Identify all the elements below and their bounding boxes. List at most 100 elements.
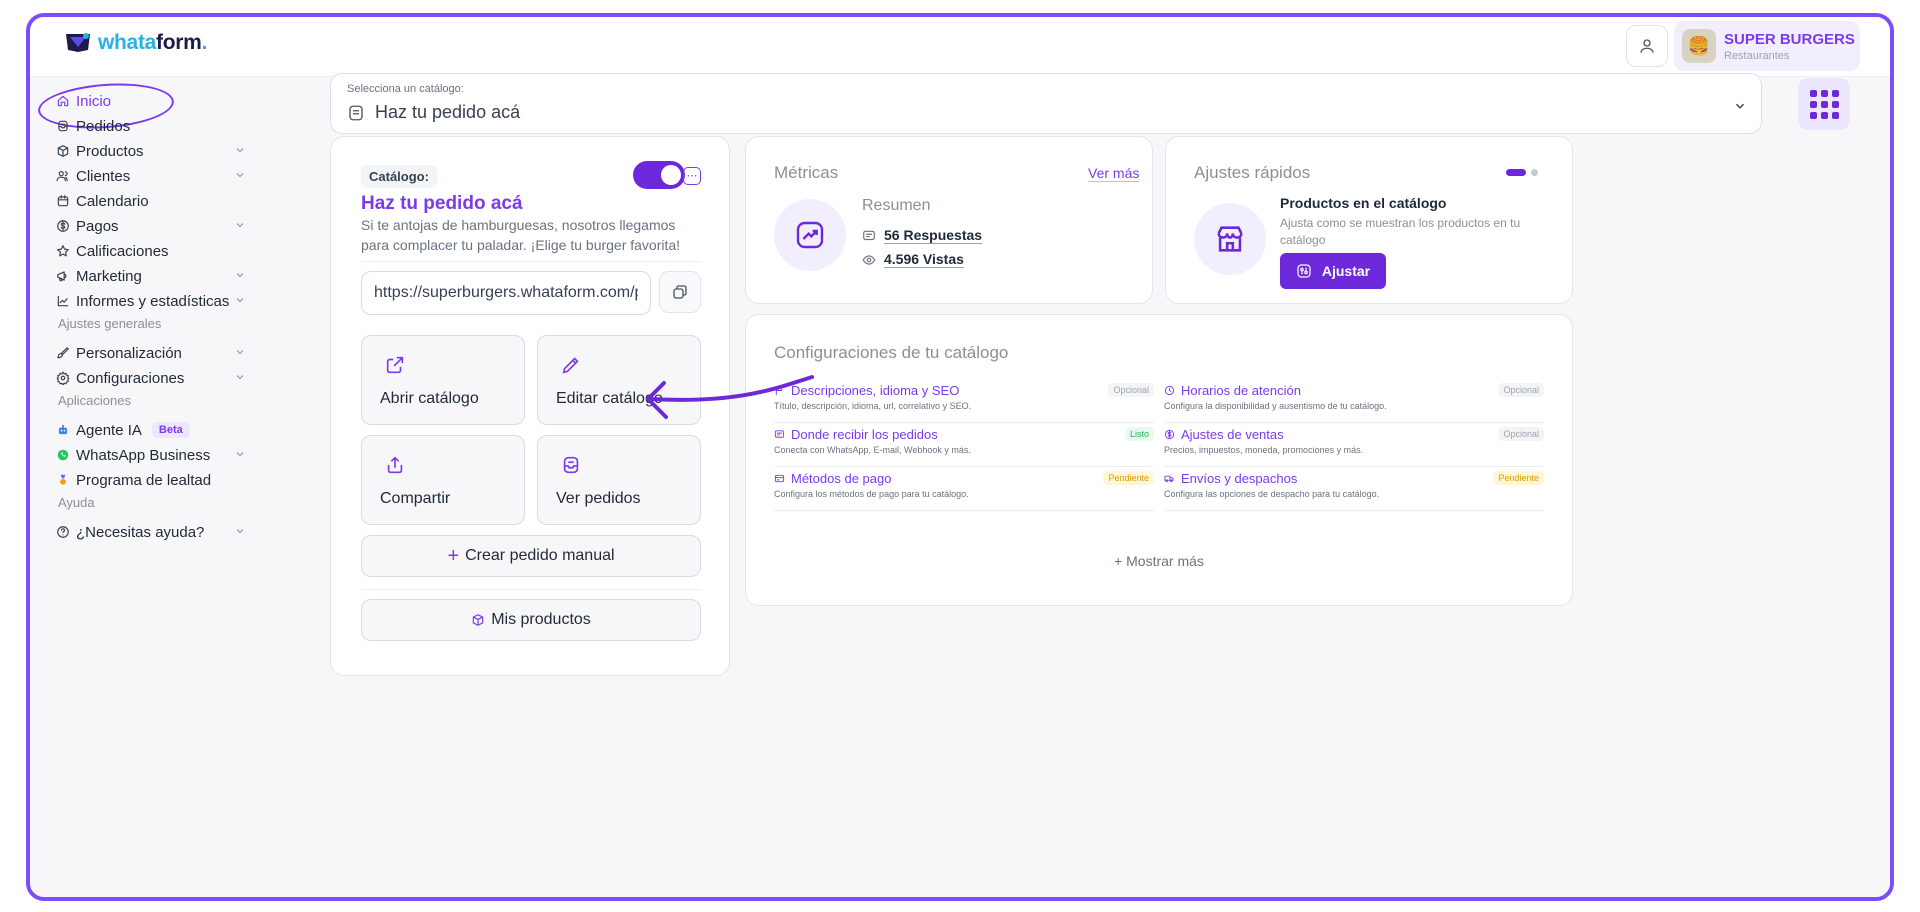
config-item-metodos-de-pago[interactable]: Métodos de pago Configura los métodos de … — [774, 467, 1154, 511]
summary-label: Resumen — [862, 197, 931, 214]
sidebar-item-label: Productos — [76, 142, 144, 160]
sliders-icon — [1297, 264, 1311, 278]
views-stat[interactable]: 4.596 Vistas — [862, 251, 964, 268]
catalog-url-field[interactable] — [361, 271, 651, 315]
sidebar-item-pagos[interactable]: Pagos — [56, 212, 246, 240]
config-item-donde-recibir-los-pedidos[interactable]: Donde recibir los pedidos Conecta con Wha… — [774, 423, 1154, 467]
sidebar-item-productos[interactable]: Productos — [56, 137, 246, 165]
catalog-enabled-toggle[interactable] — [633, 161, 685, 189]
sidebar-item-personalizacion[interactable]: Personalización — [56, 339, 246, 367]
user-profile-button[interactable] — [1626, 25, 1668, 67]
config-title: Configuraciones de tu catálogo — [774, 343, 1009, 362]
truck-icon — [1164, 475, 1174, 483]
config-item-name: Envíos y despachos — [1164, 471, 1297, 486]
chevron-down-icon — [236, 529, 244, 534]
more-options-button[interactable]: ⋯ — [683, 167, 701, 185]
config-item-name: Descripciones, idioma y SEO — [774, 383, 959, 398]
pencil-icon — [562, 357, 579, 374]
config-item-descripciones-idioma-y-seo[interactable]: Descripciones, idioma y SEO Título, descr… — [774, 379, 1154, 423]
sidebar-item-label: Informes y estadísticas — [76, 292, 230, 310]
sidebar: Inicio Pedidos Productos Clientes Calendario… — [30, 77, 330, 897]
catalog-selector[interactable]: Selecciona un catálogo: Haz tu pedido ac… — [330, 73, 1762, 134]
config-item-name: Ajustes de ventas — [1164, 427, 1284, 442]
catalog-selector-value: Haz tu pedido acá — [347, 102, 520, 123]
sidebar-item-label: Calificaciones — [76, 242, 169, 260]
star-icon — [57, 245, 69, 257]
home-icon — [57, 95, 69, 107]
card-icon — [774, 474, 785, 483]
brand-logo[interactable]: whataform. — [64, 31, 207, 55]
view-more-link[interactable]: Ver más — [1088, 165, 1140, 182]
metrics-title: Métricas — [774, 163, 839, 182]
users-icon — [56, 171, 68, 182]
config-item-envios-y-despachos[interactable]: Envíos y despachos Configura las opciones… — [1164, 467, 1544, 511]
metrics-card: Métricas Ver más Resumen 56 Respuestas 4… — [745, 136, 1153, 304]
sidebar-item-label: Clientes — [76, 167, 131, 185]
box-icon — [472, 614, 484, 626]
divider — [361, 261, 701, 262]
sidebar-item-programa-de-lealtad[interactable]: Programa de lealtad — [56, 466, 246, 494]
view-orders-label: Ver pedidos — [556, 490, 641, 507]
sidebar-item-calificaciones[interactable]: Calificaciones — [56, 237, 246, 265]
chevron-down-icon — [236, 375, 244, 380]
account-switcher[interactable]: 🍔 SUPER BURGERS Restaurantes — [1674, 21, 1860, 71]
carousel-dots[interactable] — [1506, 169, 1538, 176]
adjust-button[interactable]: Ajustar — [1280, 253, 1386, 289]
sidebar-item-informes-y-estadisticas[interactable]: Informes y estadísticas — [56, 287, 246, 315]
sidebar-item-inicio[interactable]: Inicio — [56, 87, 246, 115]
share-tile[interactable]: Compartir — [361, 435, 525, 525]
sidebar-item-agente-ia[interactable]: Agente IA Beta — [56, 416, 246, 444]
top-bar: whataform. 🍔 SUPER BURGERS Restaurantes — [30, 17, 1890, 77]
sidebar-item-whatsapp-business[interactable]: WhatsApp Business — [56, 441, 246, 469]
show-more-button[interactable]: + Mostrar más — [746, 553, 1572, 569]
sidebar-item-clientes[interactable]: Clientes — [56, 162, 246, 190]
quick-settings-title: Ajustes rápidos — [1194, 163, 1311, 182]
plus-icon: + — [447, 544, 460, 567]
copy-icon — [673, 285, 687, 299]
chevron-down-icon — [236, 173, 244, 178]
external-link-icon — [386, 356, 404, 374]
sidebar-heading-help: Ayuda — [58, 495, 95, 510]
megaphone-icon — [57, 271, 67, 282]
open-catalog-tile[interactable]: Abrir catálogo — [361, 335, 525, 425]
config-item-ajustes-de-ventas[interactable]: Ajustes de ventas Precios, impuestos, mon… — [1164, 423, 1544, 467]
create-manual-order-button[interactable]: + Crear pedido manual — [361, 535, 701, 577]
sidebar-item-label: WhatsApp Business — [76, 446, 211, 464]
message-icon — [863, 230, 875, 240]
edit-catalog-tile[interactable]: Editar catálogo — [537, 335, 701, 425]
brand-name: whataform. — [98, 31, 208, 54]
responses-stat[interactable]: 56 Respuestas — [862, 227, 983, 244]
catalog-tag: Catálogo: — [361, 165, 437, 188]
clock-icon — [1164, 385, 1175, 396]
divider — [361, 589, 701, 590]
config-item-description: Configura los métodos de pago para tu ca… — [774, 489, 969, 499]
sidebar-item-pedidos[interactable]: Pedidos — [56, 112, 246, 140]
box-icon — [57, 145, 69, 157]
status-badge: Pendiente — [1103, 471, 1154, 485]
logo-mark-icon — [66, 33, 90, 52]
sidebar-item-marketing[interactable]: Marketing — [56, 262, 246, 290]
store-icon-circle — [1194, 203, 1266, 275]
sidebar-item-calendario[interactable]: Calendario — [56, 187, 246, 215]
sidebar-item-configuraciones[interactable]: Configuraciones — [56, 364, 246, 392]
calendar-icon — [57, 195, 69, 207]
dollar-icon — [57, 220, 69, 232]
my-products-button[interactable]: Mis productos — [361, 599, 701, 641]
chevron-down-icon — [236, 273, 244, 278]
view-orders-tile[interactable]: Ver pedidos — [537, 435, 701, 525]
brush-icon — [57, 347, 69, 359]
orders-icon — [58, 120, 68, 132]
sidebar-item-label: Pedidos — [76, 117, 131, 135]
dollar-icon — [1164, 429, 1175, 440]
catalog-config-card: Configuraciones de tu catálogo Descripci… — [745, 314, 1573, 606]
beta-badge: Beta — [151, 422, 190, 438]
sidebar-item-label: Inicio — [76, 92, 112, 110]
config-item-horarios-de-atencion[interactable]: Horarios de atención Configura la disponi… — [1164, 379, 1544, 423]
copy-url-button[interactable] — [659, 271, 701, 313]
sidebar-item-label: Configuraciones — [76, 369, 185, 387]
apps-grid-button[interactable] — [1798, 78, 1850, 130]
whatsapp-icon — [57, 449, 69, 461]
message-icon — [774, 430, 785, 438]
sidebar-item-necesitas-ayuda[interactable]: ¿Necesitas ayuda? — [56, 518, 246, 546]
status-badge: Pendiente — [1493, 471, 1544, 485]
